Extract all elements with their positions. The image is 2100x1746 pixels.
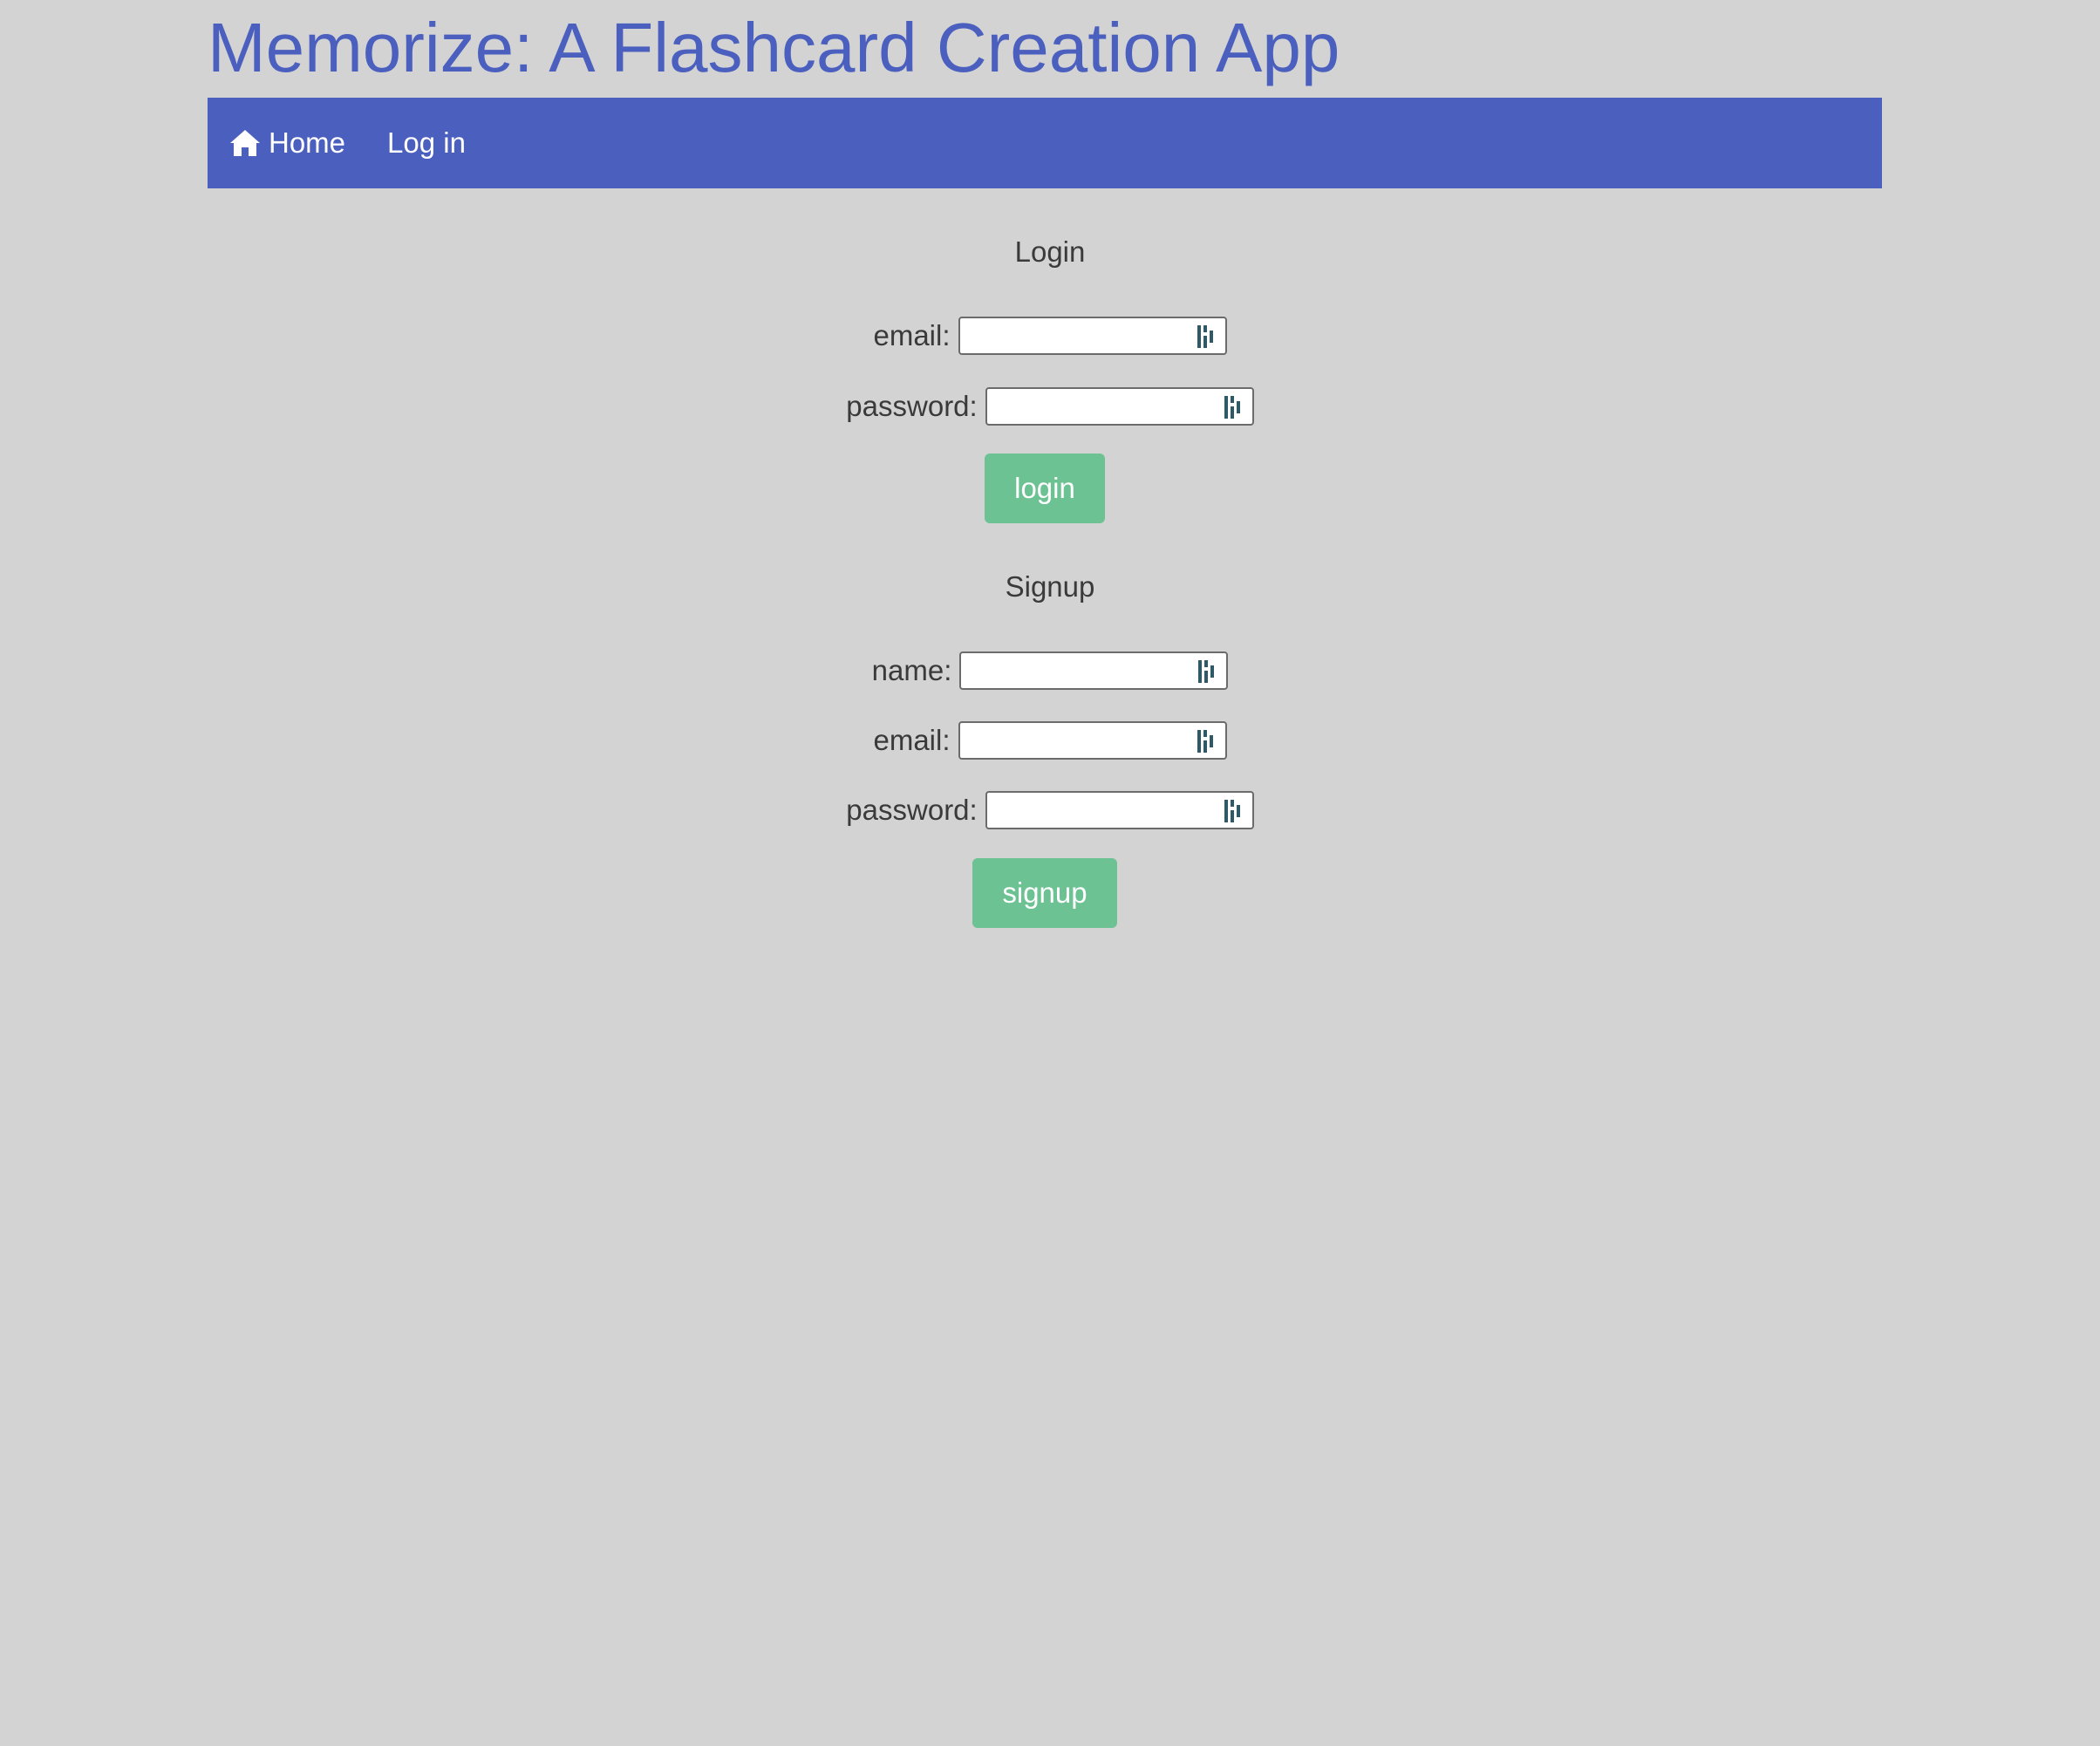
login-password-input[interactable] [986, 389, 1228, 422]
navbar: Home Log in [208, 98, 1882, 188]
login-email-label: email: [873, 319, 951, 351]
nav-login-link[interactable]: Log in [387, 126, 466, 160]
login-button[interactable]: login [985, 454, 1105, 523]
signup-email-input[interactable] [959, 723, 1201, 756]
password-manager-icon[interactable] [1197, 658, 1219, 685]
home-icon [228, 127, 262, 159]
signup-password-field-wrapper [985, 791, 1254, 829]
login-password-label: password: [846, 390, 978, 422]
signup-email-label: email: [873, 724, 951, 756]
nav-home-label: Home [269, 126, 346, 159]
password-manager-icon[interactable] [1196, 324, 1218, 350]
signup-button[interactable]: signup [972, 858, 1117, 928]
password-manager-icon[interactable] [1223, 798, 1245, 824]
signup-name-field-wrapper [959, 651, 1229, 690]
login-email-row: email: [0, 317, 2100, 355]
signup-password-label: password: [846, 794, 978, 826]
signup-password-row: password: [0, 791, 2100, 829]
signup-email-row: email: [0, 721, 2100, 760]
signup-heading: Signup [1005, 570, 1095, 603]
signup-name-row: name: [0, 651, 2100, 690]
password-manager-icon[interactable] [1223, 394, 1245, 420]
signup-email-field-wrapper [958, 721, 1227, 760]
app-title: Memorize: A Flashcard Creation App [208, 9, 1340, 86]
signup-name-label: name: [871, 654, 952, 686]
login-email-input[interactable] [959, 318, 1201, 351]
nav-home-link[interactable]: Home [228, 126, 345, 160]
signup-name-input[interactable] [961, 653, 1203, 686]
page-header: Memorize: A Flashcard Creation App Home … [208, 0, 1882, 188]
login-heading: Login [1014, 235, 1086, 268]
password-manager-icon[interactable] [1196, 728, 1218, 754]
login-email-field-wrapper [958, 317, 1227, 355]
login-password-row: password: [0, 387, 2100, 426]
login-password-field-wrapper [985, 387, 1254, 426]
signup-password-input[interactable] [986, 793, 1228, 826]
